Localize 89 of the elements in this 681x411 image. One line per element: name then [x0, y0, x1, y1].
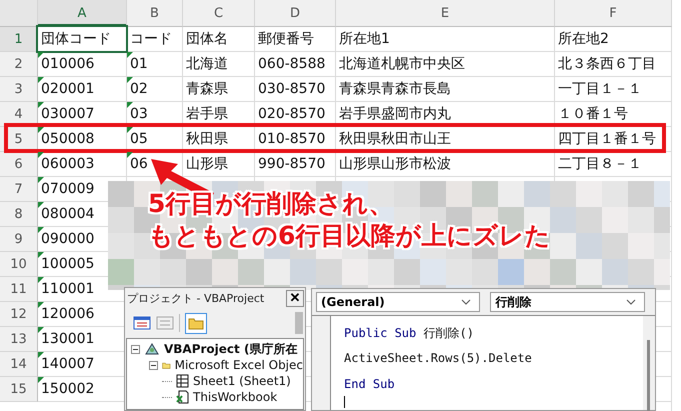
row-header[interactable]: 6 [0, 152, 38, 177]
row-header[interactable]: 11 [0, 277, 38, 302]
row-header[interactable]: 15 [0, 377, 38, 402]
table-cell[interactable]: 所在地1 [336, 27, 393, 51]
column-header[interactable]: D [255, 0, 336, 27]
scrollbar[interactable] [643, 316, 655, 410]
column-header[interactable]: F [555, 0, 672, 27]
table-cell[interactable]: 北海道札幌市中央区 [336, 52, 468, 76]
table-cell[interactable]: １０番１号 [555, 102, 631, 126]
tree-item[interactable]: Microsoft Excel Objec [174, 358, 303, 372]
row-header[interactable]: 2 [0, 52, 38, 77]
table-cell[interactable]: 01 [127, 52, 151, 76]
scrollbar[interactable] [295, 312, 303, 334]
table-cell[interactable]: 100005 [38, 252, 98, 276]
code-line: End Sub [344, 377, 395, 393]
collapse-icon[interactable] [131, 344, 140, 354]
table-cell[interactable]: 090000 [38, 227, 98, 251]
object-dropdown[interactable]: (General) [316, 292, 480, 312]
table-cell[interactable]: 岩手県 [183, 102, 231, 126]
table-cell[interactable]: 150002 [38, 377, 98, 401]
table-cell[interactable]: 北海道 [183, 52, 231, 76]
row-header[interactable]: 3 [0, 77, 38, 102]
tree-item[interactable]: ThisWorkbook [193, 390, 278, 404]
column-header[interactable]: C [183, 0, 255, 27]
table-cell[interactable]: 120006 [38, 302, 98, 326]
table-cell[interactable]: 050008 [38, 127, 98, 151]
table-cell[interactable]: 四丁目１番１号 [555, 127, 659, 151]
tree-item[interactable]: Sheet1 (Sheet1) [193, 374, 291, 388]
row-header[interactable]: 14 [0, 352, 38, 377]
view-code-icon[interactable] [133, 316, 151, 330]
view-object-icon[interactable] [156, 316, 174, 330]
table-cell[interactable]: 02 [127, 77, 151, 101]
collapse-icon[interactable] [149, 360, 158, 370]
row-header[interactable]: 12 [0, 302, 38, 327]
table-cell[interactable]: 020001 [38, 77, 98, 101]
table-cell[interactable]: 北３条西６丁目 [555, 52, 659, 76]
table-cell[interactable]: 130001 [38, 327, 98, 351]
close-button[interactable]: ✕ [286, 290, 304, 306]
sheet-icon [176, 374, 189, 388]
row-header[interactable]: 1 [0, 27, 38, 52]
table-cell[interactable]: 140007 [38, 352, 98, 376]
row-header[interactable]: 13 [0, 327, 38, 352]
table-cell[interactable]: 一丁目１－１ [555, 77, 645, 101]
row-header[interactable]: 9 [0, 227, 38, 252]
column-header[interactable]: A [38, 0, 127, 27]
table-cell[interactable]: 秋田県 [183, 127, 231, 151]
table-cell[interactable]: 05 [127, 127, 151, 151]
caret-icon [461, 299, 472, 305]
row-header[interactable]: 10 [0, 252, 38, 277]
annotation-text: 5行目が行削除され、 もともとの6行目以降が上にズレた [148, 188, 550, 252]
table-cell[interactable]: 所在地2 [555, 27, 612, 51]
column-header[interactable]: B [127, 0, 183, 27]
code-line: Public Sub 行削除() [344, 325, 474, 341]
table-cell[interactable]: 山形県 [183, 152, 231, 176]
code-line: ActiveSheet.Rows(5).Delete [344, 351, 532, 367]
table-cell[interactable]: コード [127, 27, 175, 51]
caret-icon [626, 299, 636, 305]
procedure-dropdown[interactable]: 行削除 [490, 292, 645, 312]
folder-icon[interactable] [185, 312, 207, 334]
table-cell[interactable]: 010-8570 [255, 127, 328, 151]
table-cell[interactable]: 二丁目８－１ [555, 152, 645, 176]
table-cell[interactable]: 030-8570 [255, 77, 328, 101]
table-cell[interactable]: 020-8570 [255, 102, 328, 126]
table-cell[interactable]: 青森県 [183, 77, 231, 101]
table-cell[interactable]: 団体コード [38, 27, 126, 51]
table-cell[interactable]: 青森県青森市長島 [336, 77, 454, 101]
table-cell[interactable]: 110001 [38, 277, 98, 301]
table-cell[interactable]: 郵便番号 [255, 27, 317, 51]
row-header[interactable]: 8 [0, 202, 38, 227]
workbook-icon [176, 390, 189, 404]
table-cell[interactable]: 060-8588 [255, 52, 328, 76]
table-cell[interactable]: 秋田県秋田市山王 [336, 127, 454, 151]
row-header[interactable]: 7 [0, 177, 38, 202]
table-cell[interactable]: 010006 [38, 52, 98, 76]
table-cell[interactable]: 岩手県盛岡市内丸 [336, 102, 454, 126]
table-cell[interactable]: 03 [127, 102, 151, 126]
table-cell[interactable]: 070009 [38, 177, 98, 201]
table-cell[interactable]: 団体名 [183, 27, 231, 51]
table-cell[interactable]: 990-8570 [255, 152, 328, 176]
window-title: プロジェクト - VBAProject [127, 290, 264, 306]
table-cell[interactable]: 060003 [38, 152, 98, 176]
tree-item[interactable]: VBAProject (県庁所在 [164, 340, 298, 358]
table-cell[interactable]: 山形県山形市松波 [336, 152, 454, 176]
column-header[interactable]: E [336, 0, 555, 27]
table-cell[interactable]: 030007 [38, 102, 98, 126]
table-cell[interactable]: 080004 [38, 202, 98, 226]
table-cell[interactable]: 06 [127, 152, 151, 176]
text-cursor [344, 396, 345, 408]
project-icon [144, 342, 160, 356]
